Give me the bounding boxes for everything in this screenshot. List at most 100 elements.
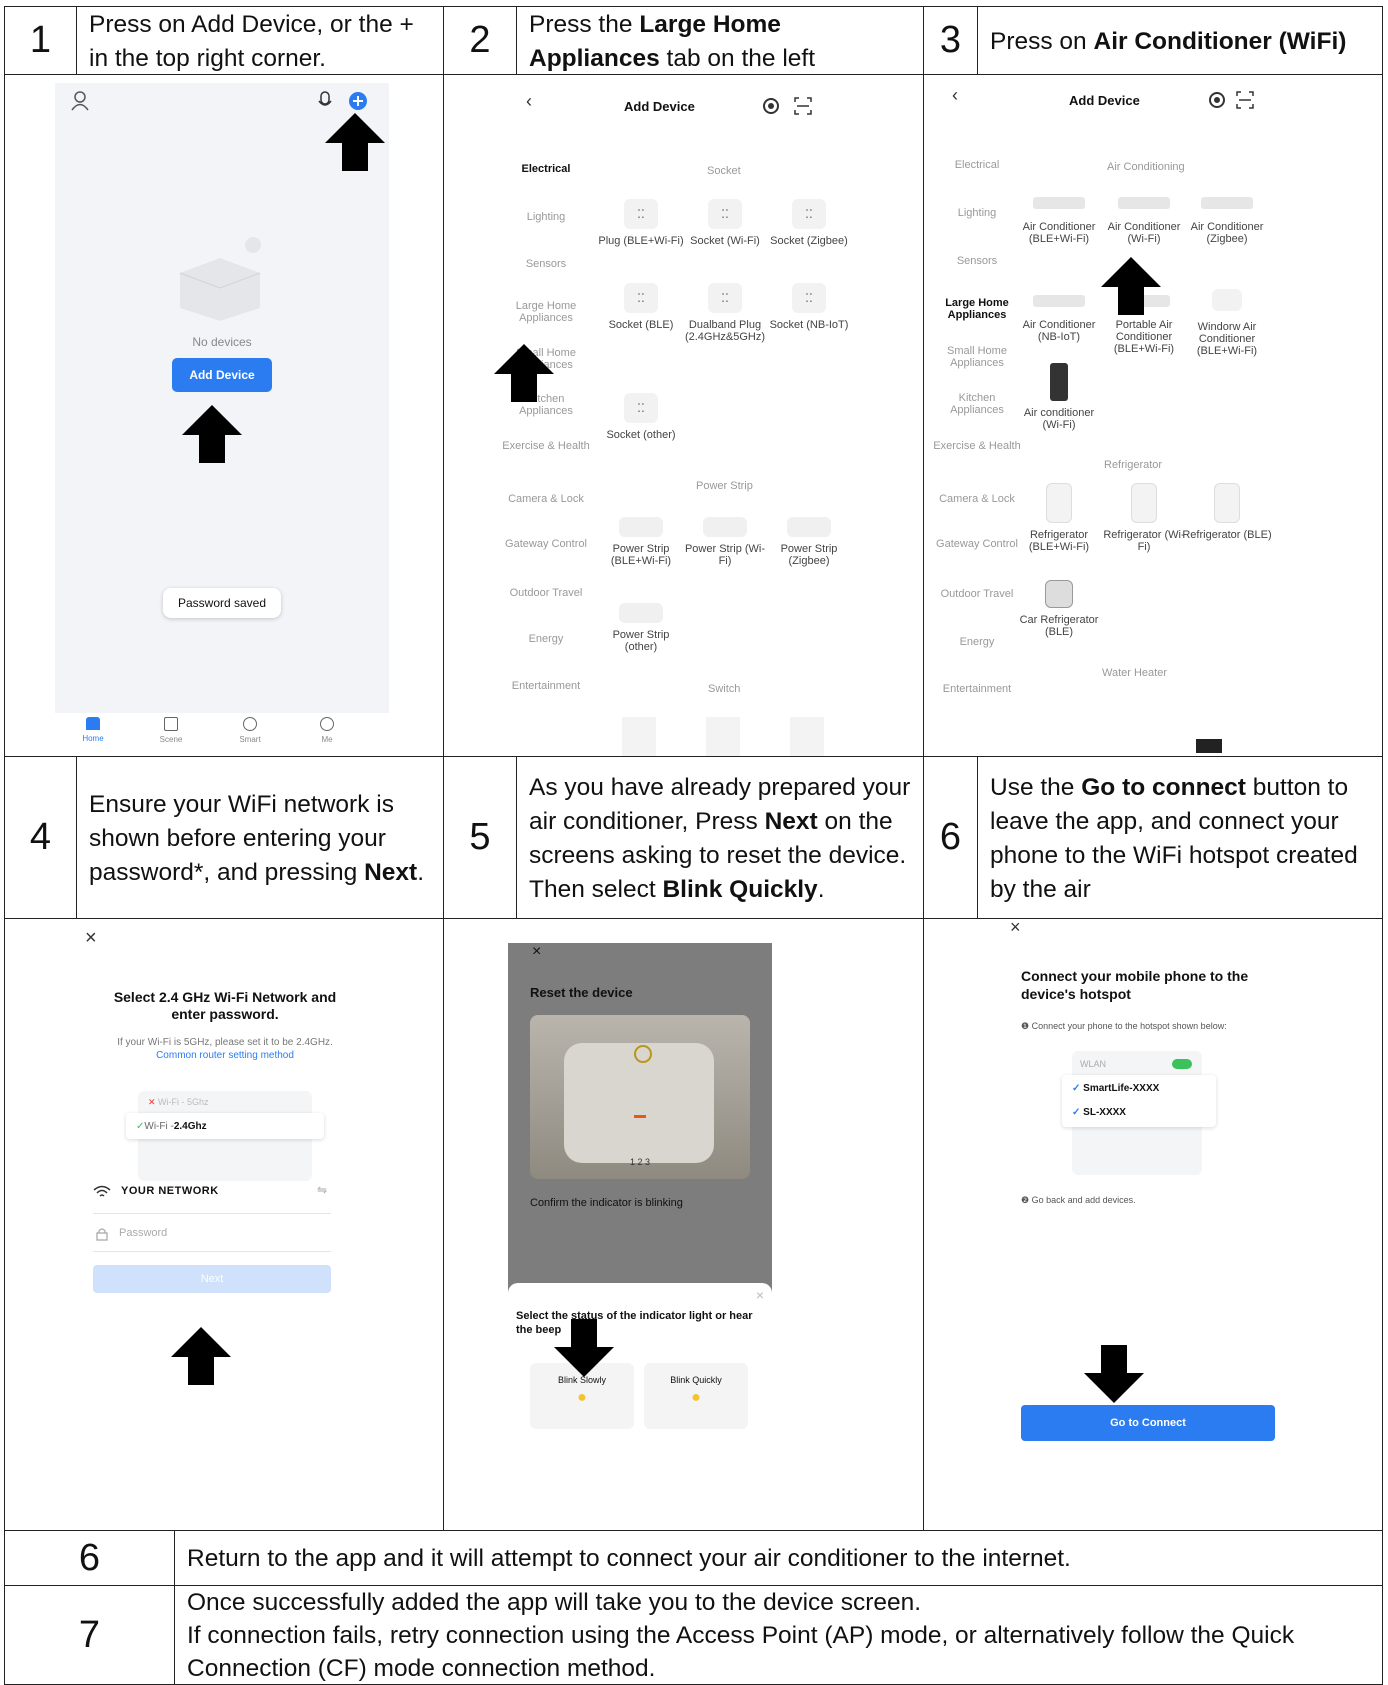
- go-to-connect-button[interactable]: Go to Connect: [1021, 1405, 1275, 1441]
- check-icon: ✓: [136, 1120, 145, 1132]
- next-button[interactable]: Next: [93, 1265, 331, 1293]
- category-item[interactable]: Gateway Control: [932, 538, 1022, 550]
- device-tile[interactable]: Refrigerator (BLE+Wi-Fi): [1014, 483, 1104, 553]
- device-label: Socket (Wi-Fi): [690, 235, 760, 247]
- step-text-post: .: [417, 858, 425, 886]
- power-strip-icon: [619, 517, 663, 537]
- category-item[interactable]: Camera & Lock: [932, 493, 1022, 505]
- bottom-sheet: × Select the status of the indicator lig…: [508, 1283, 772, 1530]
- device-tile[interactable]: Refrigerator (Wi-Fi): [1099, 483, 1189, 553]
- close-icon[interactable]: ×: [532, 943, 541, 961]
- category-item[interactable]: Kitchen Appliances: [932, 392, 1022, 416]
- step-text-post: tab on the left: [659, 44, 815, 72]
- step-text-post: .: [817, 875, 825, 903]
- category-item[interactable]: Sensors: [501, 258, 591, 270]
- device-label: Refrigerator (BLE+Wi-Fi): [1028, 529, 1090, 553]
- option-label: Blink Quickly: [670, 1375, 722, 1385]
- category-item[interactable]: Camera & Lock: [501, 493, 591, 505]
- router-setting-link[interactable]: Common router setting method: [95, 1050, 355, 1061]
- qr-scan-icon[interactable]: [794, 97, 812, 115]
- category-item[interactable]: Lighting: [501, 211, 591, 223]
- plus-circle-icon[interactable]: [348, 91, 368, 111]
- wlan-label: WLAN: [1080, 1059, 1107, 1069]
- step-text: Return to the app and it will attempt to…: [174, 1530, 1383, 1586]
- device-tile[interactable]: Refrigerator (BLE): [1182, 483, 1272, 541]
- category-item[interactable]: Outdoor Travel: [932, 588, 1022, 600]
- device-tile[interactable]: Power Strip (Zigbee): [764, 517, 854, 567]
- air-conditioner-icon: [1118, 197, 1170, 209]
- device-tile[interactable]: Car Refrigerator (BLE): [1014, 580, 1104, 638]
- divider: [93, 1213, 331, 1214]
- category-item[interactable]: Electrical: [932, 159, 1022, 171]
- bulb-icon: ●: [577, 1389, 587, 1406]
- step-text-bold: Blink Quickly: [662, 875, 818, 903]
- device-tile[interactable]: Power Strip (other): [596, 603, 686, 653]
- scan-target-icon[interactable]: [1208, 91, 1226, 109]
- device-tile[interactable]: ⁚⁚ Socket (NB-IoT): [764, 283, 854, 331]
- screenshot-cell-4: × Select 2.4 GHz Wi-Fi Network and enter…: [4, 918, 444, 1531]
- socket-icon: ⁚⁚: [708, 283, 742, 313]
- device-tile[interactable]: ⁚⁚ Socket (BLE): [596, 283, 686, 331]
- category-item[interactable]: Large Home Appliances: [932, 297, 1022, 321]
- section-title: Air Conditioning: [1107, 161, 1185, 173]
- add-device-button[interactable]: Add Device: [172, 358, 272, 392]
- nav-me[interactable]: Me: [307, 717, 347, 744]
- close-icon[interactable]: ×: [85, 927, 97, 950]
- wifi-list-illustration: WLAN ✓ SmartLife-XXXX ✓ SL-XXXX: [1062, 1051, 1216, 1175]
- device-tile[interactable]: Air Conditioner (NB-IoT): [1014, 285, 1104, 343]
- switch-icon: [790, 717, 824, 756]
- section-title: Switch: [708, 683, 741, 695]
- category-item[interactable]: Energy: [932, 636, 1022, 648]
- nav-smart[interactable]: Smart: [230, 717, 270, 744]
- screen-title: Add Device: [624, 99, 695, 114]
- device-tile[interactable]: Air conditioner (Wi-Fi): [1014, 363, 1104, 431]
- section-title: Water Heater: [1102, 667, 1168, 679]
- device-tile[interactable]: Air Conditioner (Wi-Fi): [1099, 187, 1189, 245]
- category-item[interactable]: Entertainment: [932, 683, 1022, 695]
- category-item[interactable]: Energy: [501, 633, 591, 645]
- category-item[interactable]: Exercise & Health: [501, 440, 591, 452]
- step-text: Press on Add Device, or the + in the top…: [76, 6, 444, 75]
- phone-screen-home: No devices Add Device Password saved: [55, 83, 389, 713]
- reset-heading: Reset the device: [530, 985, 633, 1000]
- category-item[interactable]: Entertainment: [501, 680, 591, 692]
- nav-home[interactable]: Home: [73, 717, 113, 743]
- hotspot-step-1: ❶ Connect your phone to the hotspot show…: [1021, 1021, 1227, 1031]
- back-chevron-icon[interactable]: ‹: [526, 91, 532, 112]
- device-tile[interactable]: ⁚⁚ Socket (Wi-Fi): [680, 199, 770, 247]
- device-tile[interactable]: Windorw Air Conditioner (BLE+Wi-Fi): [1182, 285, 1272, 357]
- category-item[interactable]: Exercise & Health: [932, 440, 1022, 452]
- password-input[interactable]: Password: [119, 1227, 167, 1239]
- back-chevron-icon[interactable]: ‹: [952, 85, 958, 106]
- blink-quickly-option[interactable]: Blink Quickly ●: [644, 1363, 748, 1429]
- scan-target-icon[interactable]: [762, 97, 780, 115]
- category-item[interactable]: Outdoor Travel: [501, 587, 591, 599]
- step-text-content: Press on Add Device, or the + in the top…: [89, 10, 414, 72]
- nav-label: Scene: [159, 735, 183, 744]
- device-tile[interactable]: Power Strip (Wi-Fi): [680, 517, 770, 567]
- device-tile[interactable]: Air Conditioner (Zigbee): [1182, 187, 1272, 245]
- mic-icon[interactable]: [317, 91, 333, 111]
- close-icon[interactable]: ×: [1010, 919, 1021, 938]
- device-label: Air Conditioner (Zigbee): [1190, 221, 1264, 245]
- divider: [93, 1251, 331, 1252]
- category-item[interactable]: Lighting: [932, 207, 1022, 219]
- device-tile[interactable]: ⁚⁚ Socket (Zigbee): [764, 199, 854, 247]
- category-item[interactable]: Small Home Appliances: [932, 345, 1022, 369]
- qr-scan-icon[interactable]: [1236, 91, 1254, 109]
- category-item[interactable]: Gateway Control: [501, 538, 591, 550]
- switch-network-icon[interactable]: ⇋: [317, 1183, 327, 1197]
- device-tile[interactable]: Portable Air Conditioner (BLE+Wi-Fi): [1099, 285, 1189, 355]
- close-icon[interactable]: ×: [756, 1287, 764, 1303]
- category-item[interactable]: Electrical: [501, 163, 591, 175]
- device-tile[interactable]: ⁚⁚ Plug (BLE+Wi-Fi): [596, 199, 686, 247]
- device-tile[interactable]: ⁚⁚ Dualband Plug (2.4GHz&5GHz): [680, 283, 770, 343]
- category-item[interactable]: Large Home Appliances: [501, 300, 591, 324]
- nav-scene[interactable]: Scene: [151, 717, 191, 744]
- device-label: Portable Air Conditioner (BLE+Wi-Fi): [1113, 319, 1175, 355]
- device-tile[interactable]: Air Conditioner (BLE+Wi-Fi): [1014, 187, 1104, 245]
- device-tile[interactable]: Power Strip (BLE+Wi-Fi): [596, 517, 686, 567]
- category-item[interactable]: Sensors: [932, 255, 1022, 267]
- bulb-icon: ●: [691, 1389, 701, 1406]
- device-tile[interactable]: ⁚⁚ Socket (other): [596, 393, 686, 441]
